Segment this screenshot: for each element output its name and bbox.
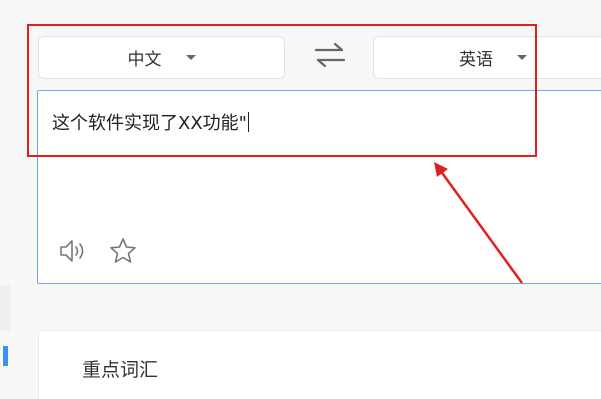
speak-button[interactable] [58,236,88,266]
source-language-select[interactable]: 中文 [38,36,285,79]
caret-down-icon [185,55,196,60]
source-text: 这个软件实现了XX功能" [52,113,247,134]
speaker-icon [60,240,84,262]
text-cursor [247,112,249,132]
source-text-input[interactable]: 这个软件实现了XX功能" [52,109,249,135]
target-language-select[interactable]: 英语 [373,36,601,79]
swap-arrows-icon [314,42,346,68]
swap-languages-button[interactable] [310,38,350,72]
source-text-panel[interactable]: 这个软件实现了XX功能" [37,90,601,284]
star-icon [110,238,136,263]
caret-down-icon [517,55,527,60]
key-vocabulary-card: 重点词汇 [38,330,601,399]
language-bar: 中文 英语 [0,0,601,90]
favorite-button[interactable] [108,236,138,266]
side-indicator [3,346,8,366]
side-tab [0,285,10,331]
key-vocabulary-title: 重点词汇 [82,359,159,381]
target-language-label: 英语 [459,50,493,70]
source-language-label: 中文 [127,50,162,70]
